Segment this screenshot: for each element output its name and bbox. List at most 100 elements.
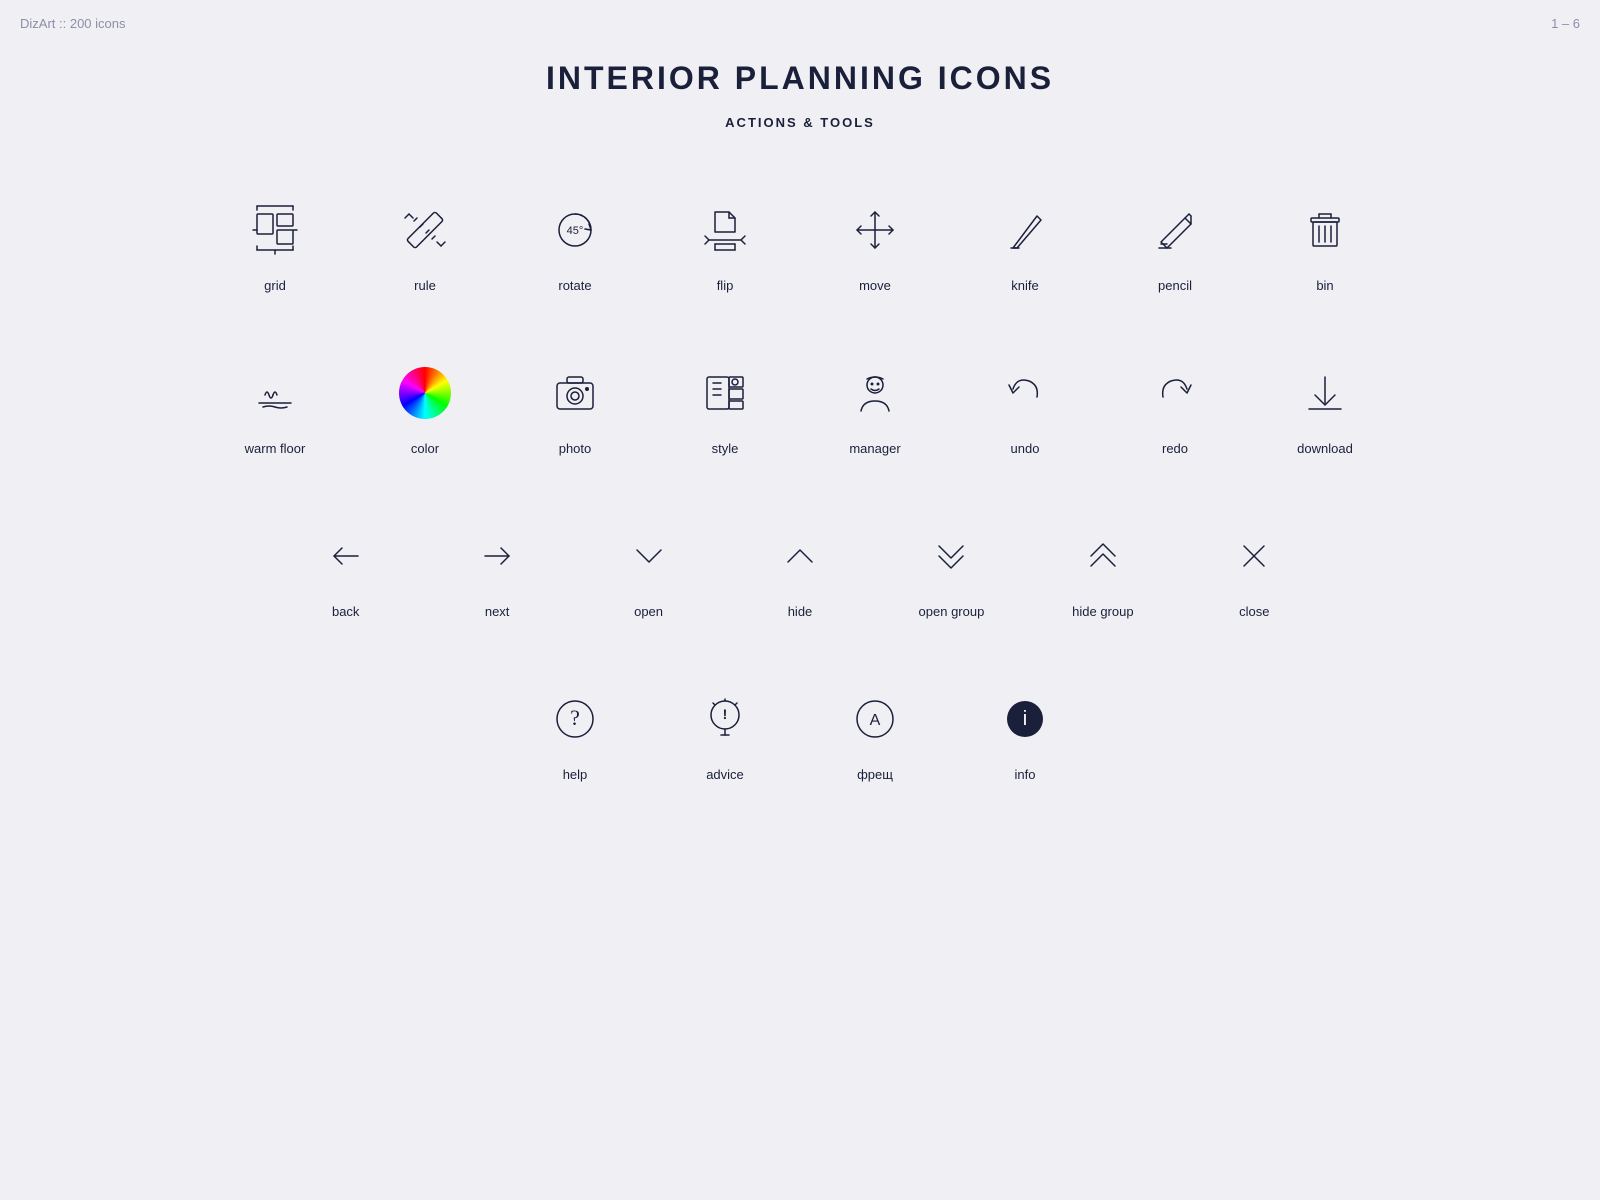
icon-grid-row4: ? help ! advice (200, 669, 1400, 812)
icon-item-grid: grid (200, 180, 350, 323)
icon-item-help: ? help (500, 669, 650, 812)
svg-text:A: A (870, 712, 881, 729)
download-icon (1295, 363, 1355, 423)
icon-item-next: next (421, 506, 572, 649)
redo-icon (1145, 363, 1205, 423)
photo-label: photo (559, 441, 592, 456)
flip-icon (695, 200, 755, 260)
open-group-icon (921, 526, 981, 586)
icon-item-close: close (1179, 506, 1330, 649)
close-label: close (1239, 604, 1269, 619)
back-icon (316, 526, 376, 586)
grid-label: grid (264, 278, 286, 293)
back-label: back (332, 604, 359, 619)
close-icon (1224, 526, 1284, 586)
icon-item-back: back (270, 506, 421, 649)
color-label: color (411, 441, 439, 456)
icon-item-open-group: open group (876, 506, 1027, 649)
icon-item-redo: redo (1100, 343, 1250, 486)
freq-label: фрещ (857, 767, 893, 782)
info-label: info (1015, 767, 1036, 782)
advice-label: advice (706, 767, 744, 782)
icon-item-manager: manager (800, 343, 950, 486)
section-title: ACTIONS & TOOLS (725, 115, 875, 130)
move-icon (845, 200, 905, 260)
brand-label: DizArt :: 200 icons (20, 16, 126, 31)
icon-item-rotate: 45° rotate (500, 180, 650, 323)
icon-item-bin: bin (1250, 180, 1400, 323)
pencil-label: pencil (1158, 278, 1192, 293)
rotate-icon: 45° (545, 200, 605, 260)
color-wheel (399, 367, 451, 419)
hide-icon (770, 526, 830, 586)
undo-icon (995, 363, 1055, 423)
download-label: download (1297, 441, 1353, 456)
icon-item-color: color (350, 343, 500, 486)
icon-item-pencil: pencil (1100, 180, 1250, 323)
icon-item-empty2 (350, 669, 500, 812)
next-label: next (485, 604, 510, 619)
knife-icon (995, 200, 1055, 260)
help-label: help (563, 767, 588, 782)
style-icon (695, 363, 755, 423)
icon-item-move: move (800, 180, 950, 323)
rule-icon (395, 200, 455, 260)
icon-item-open: open (573, 506, 724, 649)
icon-item-style: style (650, 343, 800, 486)
color-icon (395, 363, 455, 423)
pagination-label: 1 – 6 (1551, 16, 1580, 31)
svg-text:?: ? (570, 705, 580, 730)
manager-label: manager (849, 441, 900, 456)
open-label: open (634, 604, 663, 619)
next-icon (467, 526, 527, 586)
icon-item-warm-floor: warm floor (200, 343, 350, 486)
icon-item-undo: undo (950, 343, 1100, 486)
flip-label: flip (717, 278, 734, 293)
photo-icon (545, 363, 605, 423)
icon-item-download: download (1250, 343, 1400, 486)
rotate-label: rotate (558, 278, 591, 293)
hide-group-icon (1073, 526, 1133, 586)
icon-item-empty4 (1250, 669, 1400, 812)
knife-label: knife (1011, 278, 1038, 293)
icon-item-flip: flip (650, 180, 800, 323)
rule-label: rule (414, 278, 436, 293)
pencil-icon (1145, 200, 1205, 260)
hide-group-label: hide group (1072, 604, 1133, 619)
bin-icon (1295, 200, 1355, 260)
style-label: style (712, 441, 739, 456)
open-icon (619, 526, 679, 586)
info-icon: i (995, 689, 1055, 749)
help-icon: ? (545, 689, 605, 749)
icon-item-hide: hide (724, 506, 875, 649)
page-title: INTERIOR PLANNING ICONS (546, 60, 1054, 97)
bin-label: bin (1316, 278, 1333, 293)
freq-icon: A (845, 689, 905, 749)
undo-label: undo (1011, 441, 1040, 456)
icon-item-empty3 (1100, 669, 1250, 812)
icon-grid-row3: back next open (200, 506, 1400, 649)
main-container: INTERIOR PLANNING ICONS ACTIONS & TOOLS (0, 0, 1600, 892)
icon-item-info: i info (950, 669, 1100, 812)
move-label: move (859, 278, 891, 293)
icon-item-hide-group: hide group (1027, 506, 1178, 649)
icon-grid-row2: warm floor color photo (200, 343, 1400, 486)
manager-icon (845, 363, 905, 423)
icon-item-freq: A фрещ (800, 669, 950, 812)
svg-text:!: ! (723, 706, 728, 722)
svg-text:45°: 45° (567, 225, 584, 237)
hide-label: hide (788, 604, 813, 619)
icon-item-photo: photo (500, 343, 650, 486)
warm-floor-label: warm floor (245, 441, 306, 456)
icon-grid-row1: grid rule (200, 180, 1400, 323)
advice-icon: ! (695, 689, 755, 749)
icon-item-empty1 (200, 669, 350, 812)
grid-icon (245, 200, 305, 260)
open-group-label: open group (919, 604, 985, 619)
icon-item-advice: ! advice (650, 669, 800, 812)
svg-text:i: i (1023, 708, 1027, 730)
icon-item-rule: rule (350, 180, 500, 323)
redo-label: redo (1162, 441, 1188, 456)
warm-floor-icon (245, 363, 305, 423)
icon-item-knife: knife (950, 180, 1100, 323)
